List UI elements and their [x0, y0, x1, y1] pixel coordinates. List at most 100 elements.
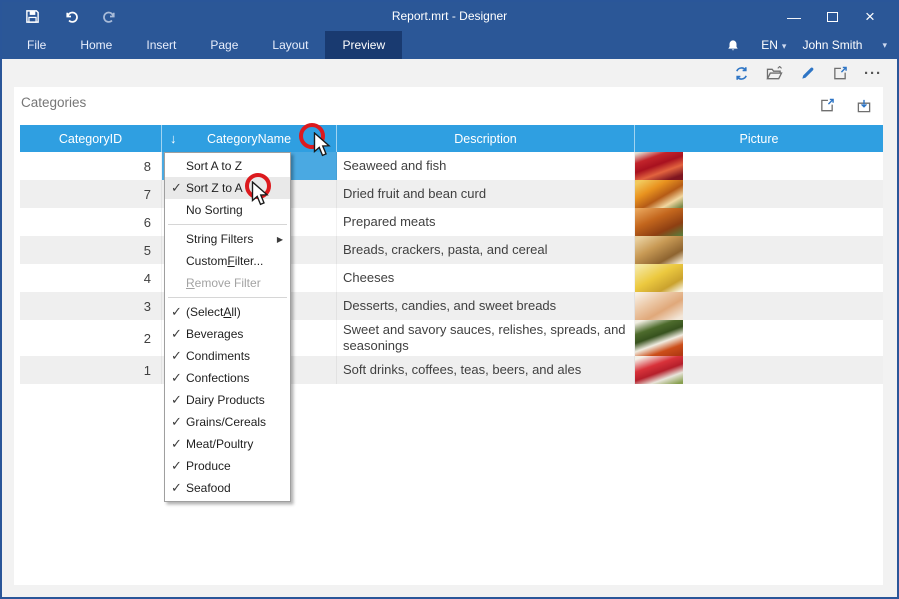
- table-row: 7 Dried fruit and bean curd: [20, 180, 883, 208]
- maximize-icon: [827, 12, 838, 22]
- report-preview-page: Categories CategoryID ↓ CategoryName Des…: [14, 87, 883, 585]
- menu-item-string-filters[interactable]: String Filters ▶: [165, 228, 290, 250]
- food-photo-produce: [635, 180, 683, 208]
- table-row: 6 Prepared meats: [20, 208, 883, 236]
- refresh-icon[interactable]: [729, 62, 753, 84]
- cell-picture: [635, 152, 883, 180]
- column-header-categoryid[interactable]: CategoryID: [20, 125, 162, 152]
- ribbon-tab-bar: File Home Insert Page Layout Preview EN ▾…: [2, 31, 897, 59]
- check-icon: ✓: [169, 370, 184, 386]
- cell-description: Breads, crackers, pasta, and cereal: [337, 236, 635, 264]
- check-icon: ✓: [169, 436, 184, 452]
- edit-pencil-icon[interactable]: [795, 62, 819, 84]
- menu-item-sort-a-to-z[interactable]: Sort A to Z: [165, 155, 290, 177]
- check-icon: ✓: [169, 326, 184, 342]
- download-icon[interactable]: [852, 94, 876, 116]
- check-icon: ✓: [169, 180, 184, 196]
- cell-category-id: 2: [20, 320, 162, 356]
- tab-preview[interactable]: Preview: [325, 31, 402, 59]
- user-name[interactable]: John Smith: [802, 38, 862, 52]
- user-menu-chevron-icon[interactable]: ▾: [882, 40, 887, 51]
- maximize-button[interactable]: [813, 2, 851, 31]
- table-row: 8 Seaweed and fish: [20, 152, 883, 180]
- column-header-description[interactable]: Description: [337, 125, 635, 152]
- more-options-icon[interactable]: ···: [861, 62, 885, 84]
- menu-item-confections[interactable]: ✓ Confections: [165, 367, 290, 389]
- cell-category-id: 6: [20, 208, 162, 236]
- cell-category-id: 1: [20, 356, 162, 384]
- preview-toolbar: ···: [2, 59, 897, 87]
- cell-description: Seaweed and fish: [337, 152, 635, 180]
- minimize-button[interactable]: —: [775, 2, 813, 31]
- menu-item-condiments[interactable]: ✓ Condiments: [165, 345, 290, 367]
- menu-item-seafood[interactable]: ✓ Seafood: [165, 477, 290, 499]
- tab-home[interactable]: Home: [63, 31, 129, 59]
- food-photo-dairy: [635, 264, 683, 292]
- table-row: 1 Soft drinks, coffees, teas, beers, and…: [20, 356, 883, 384]
- column-header-picture[interactable]: Picture: [635, 125, 883, 152]
- food-photo-beverages: [635, 356, 683, 384]
- cell-picture: [635, 180, 883, 208]
- table-row: 3 Desserts, candies, and sweet breads: [20, 292, 883, 320]
- report-title: Categories: [21, 95, 86, 110]
- cell-picture: [635, 356, 883, 384]
- fullscreen-icon[interactable]: [828, 62, 852, 84]
- menu-item-custom-filter[interactable]: Custom Filter...: [165, 250, 290, 272]
- tab-insert[interactable]: Insert: [129, 31, 193, 59]
- cell-description: Sweet and savory sauces, relishes, sprea…: [337, 320, 635, 356]
- cell-description: Soft drinks, coffees, teas, beers, and a…: [337, 356, 635, 384]
- check-icon: ✓: [169, 480, 184, 496]
- check-icon: ✓: [169, 414, 184, 430]
- food-photo-meat: [635, 208, 683, 236]
- cell-category-id: 8: [20, 152, 162, 180]
- menu-item-remove-filter: Remove Filter: [165, 272, 290, 294]
- cell-category-id: 7: [20, 180, 162, 208]
- cell-picture: [635, 292, 883, 320]
- submenu-arrow-icon: ▶: [277, 235, 283, 244]
- tab-page[interactable]: Page: [193, 31, 255, 59]
- cell-category-id: 5: [20, 236, 162, 264]
- menu-item-dairy-products[interactable]: ✓ Dairy Products: [165, 389, 290, 411]
- cell-description: Prepared meats: [337, 208, 635, 236]
- check-icon: ✓: [169, 392, 184, 408]
- cell-picture: [635, 264, 883, 292]
- window-title: Report.mrt - Designer: [2, 2, 897, 31]
- cell-description: Cheeses: [337, 264, 635, 292]
- menu-item-produce[interactable]: ✓ Produce: [165, 455, 290, 477]
- chevron-down-icon: ▾: [782, 41, 787, 51]
- menu-item-beverages[interactable]: ✓ Beverages: [165, 323, 290, 345]
- open-new-window-icon[interactable]: [815, 94, 839, 116]
- cursor-arrow-icon: [251, 181, 269, 206]
- cell-category-id: 4: [20, 264, 162, 292]
- language-selector[interactable]: EN ▾: [761, 38, 786, 52]
- food-photo-seafood: [635, 152, 683, 180]
- table-row: 2 Sweet and savory sauces, relishes, spr…: [20, 320, 883, 356]
- menu-item-grains-cereals[interactable]: ✓ Grains/Cereals: [165, 411, 290, 433]
- menu-item-select-all[interactable]: ✓ (Select All): [165, 301, 290, 323]
- food-photo-condiments: [635, 320, 683, 356]
- tab-layout[interactable]: Layout: [255, 31, 325, 59]
- cell-picture: [635, 208, 883, 236]
- menu-item-meat-poultry[interactable]: ✓ Meat/Poultry: [165, 433, 290, 455]
- cell-picture: [635, 320, 883, 356]
- table-header-row: CategoryID ↓ CategoryName Description Pi…: [20, 125, 883, 152]
- menu-item-sort-z-to-a[interactable]: ✓ Sort Z to A: [165, 177, 290, 199]
- open-folder-icon[interactable]: [762, 62, 786, 84]
- table-row: 5 Breads, crackers, pasta, and cereal: [20, 236, 883, 264]
- cell-category-id: 3: [20, 292, 162, 320]
- sort-descending-icon: ↓: [170, 131, 177, 146]
- check-icon: ✓: [169, 304, 184, 320]
- tab-file[interactable]: File: [10, 31, 63, 59]
- categories-table: CategoryID ↓ CategoryName Description Pi…: [20, 125, 883, 384]
- check-icon: ✓: [169, 458, 184, 474]
- menu-item-no-sorting[interactable]: No Sorting: [165, 199, 290, 221]
- cell-description: Dried fruit and bean curd: [337, 180, 635, 208]
- language-label: EN: [761, 38, 778, 52]
- column-filter-context-menu: Sort A to Z ✓ Sort Z to A No Sorting Str…: [164, 152, 291, 502]
- cell-picture: [635, 236, 883, 264]
- close-button[interactable]: ×: [851, 2, 889, 31]
- notifications-bell-icon[interactable]: [721, 34, 745, 56]
- food-photo-grains: [635, 236, 683, 264]
- cell-description: Desserts, candies, and sweet breads: [337, 292, 635, 320]
- cursor-arrow-icon: [313, 132, 331, 157]
